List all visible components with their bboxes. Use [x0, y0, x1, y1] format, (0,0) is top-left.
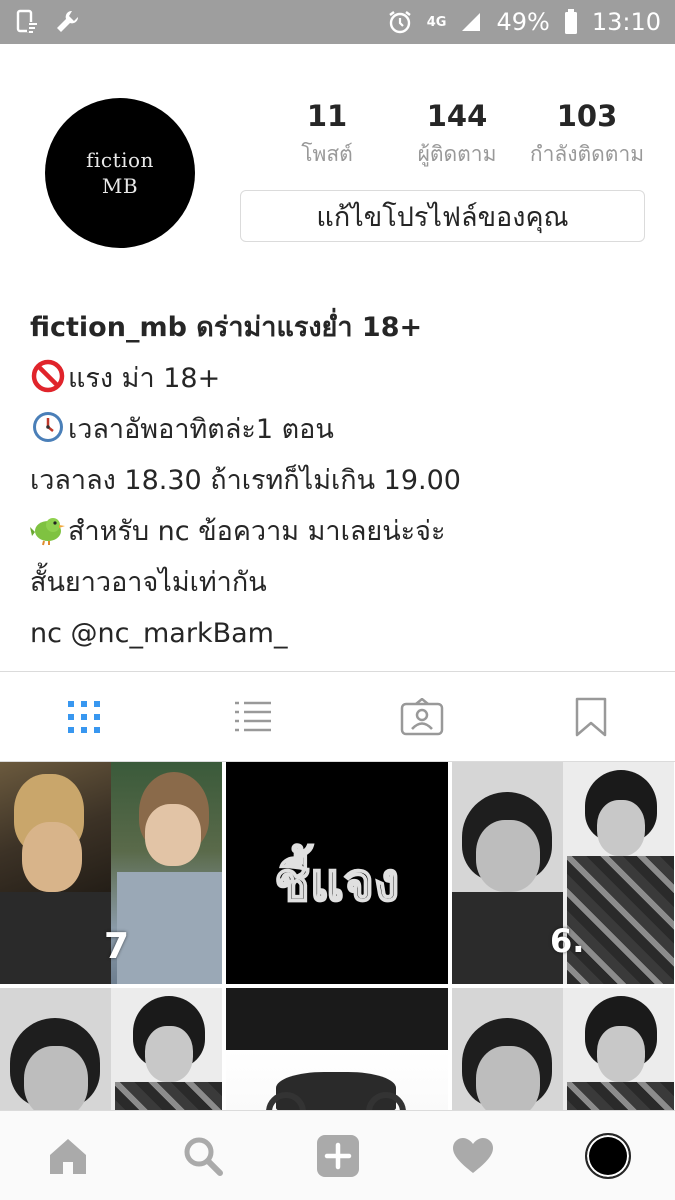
photo-figure: [597, 800, 645, 856]
photo-figure: [145, 1026, 193, 1082]
grid-icon: [68, 701, 101, 733]
followers-count[interactable]: 144 ผู้ติดตาม: [392, 98, 522, 170]
post-photo-right: [111, 988, 222, 1110]
photo-figure: [24, 1046, 88, 1110]
post-photo-left: [0, 988, 111, 1110]
nav-home[interactable]: [33, 1121, 103, 1191]
bio-line: สั้นยาวอาจไม่เท่ากัน: [30, 567, 267, 598]
stat-label: โพสต์: [301, 142, 353, 166]
grid-post[interactable]: [452, 988, 674, 1110]
bio-line: เวลาลง 18.30 ถ้าเรทก็ไม่เกิน 19.00: [30, 465, 461, 496]
tagged-tab[interactable]: [338, 672, 507, 762]
grid-post[interactable]: 6.: [452, 762, 674, 984]
avatar-text-line2: MB: [101, 174, 139, 198]
clock: 13:10: [591, 8, 661, 36]
battery-icon: [564, 9, 578, 35]
list-view-tab[interactable]: [169, 672, 338, 762]
posts-count[interactable]: 11 โพสต์: [262, 98, 392, 170]
photo-figure: [452, 892, 563, 984]
grid-post[interactable]: [226, 988, 448, 1110]
photo-figure: [567, 1082, 674, 1110]
signal-icon: [460, 11, 482, 33]
photo-figure: [476, 820, 540, 892]
photo-grid: 7 ชี้แจง 6.: [0, 762, 675, 1110]
grid-view-tab[interactable]: [0, 672, 169, 762]
post-photo-left: [0, 762, 111, 984]
home-icon: [49, 1138, 86, 1174]
following-count[interactable]: 103 กำลังติดตาม: [522, 98, 652, 170]
status-bar: 4G 49% 13:10: [0, 0, 675, 44]
stat-label: กำลังติดตาม: [529, 142, 645, 166]
post-photo-right: [563, 988, 674, 1110]
profile-bio: fiction_mb ดร่าม่าแรงย่ำ 18+ แรง ม่า 18+…: [30, 302, 660, 659]
bookmark-icon: [575, 697, 606, 737]
bottom-navigation: [0, 1110, 675, 1200]
search-icon: [184, 1137, 223, 1176]
post-photo-left: [452, 988, 563, 1110]
wrench-icon: [54, 8, 82, 36]
bio-mention[interactable]: nc @nc_markBam_: [30, 608, 660, 659]
edit-profile-button[interactable]: แก้ไขโปรไฟล์ของคุณ: [240, 190, 645, 242]
stat-value: 144: [426, 99, 488, 133]
stat-value: 103: [556, 99, 618, 133]
grid-post[interactable]: ชี้แจง: [226, 762, 448, 984]
nav-search[interactable]: [168, 1121, 238, 1191]
photo-figure: [567, 856, 674, 984]
photo-figure: [115, 1082, 222, 1110]
nav-new-post[interactable]: [303, 1121, 373, 1191]
plus-square-icon: [316, 1134, 359, 1177]
list-icon: [235, 701, 272, 732]
photo-figure: [476, 1046, 540, 1110]
avatar-text-line1: fiction: [86, 148, 154, 172]
bio-line: สำหรับ nc ข้อความ มาเลยน่ะจ่ะ: [30, 506, 660, 557]
nav-profile[interactable]: [573, 1121, 643, 1191]
screenshot-icon: [14, 9, 40, 35]
prohibited-icon: [30, 358, 66, 394]
profile-avatar-small: [584, 1132, 631, 1179]
grid-post[interactable]: 7: [0, 762, 222, 984]
photo-figure: [22, 822, 82, 892]
profile-view-tabs: [0, 672, 675, 762]
saved-tab[interactable]: [506, 672, 675, 762]
profile-avatar[interactable]: fiction MB: [45, 98, 195, 248]
heart-icon: [452, 1137, 493, 1173]
bird-icon: [30, 511, 66, 547]
profile-stats: 11 โพสต์ 144 ผู้ติดตาม 103 กำลังติดตาม: [262, 98, 652, 170]
post-number-label: 7: [104, 926, 130, 967]
tagged-person-icon: [400, 698, 444, 736]
network-type: 4G: [426, 14, 447, 30]
post-number-label: 6.: [550, 922, 585, 960]
alarm-icon: [387, 9, 413, 35]
bio-line: เวลาอัพอาทิตล่ะ1 ตอน: [30, 404, 660, 455]
profile-name: fiction_mb ดร่าม่าแรงย่ำ 18+: [30, 312, 423, 343]
photo-figure: [0, 892, 111, 984]
post-title-text: ชี้แจง: [274, 852, 401, 914]
nav-activity[interactable]: [438, 1121, 508, 1191]
battery-percent: 49%: [496, 8, 550, 36]
bio-text: เวลาอัพอาทิตล่ะ1 ตอน: [68, 414, 334, 445]
stat-value: 11: [306, 99, 348, 133]
bio-line: แรง ม่า 18+: [30, 353, 660, 404]
clock-icon: [30, 409, 66, 445]
bio-text: สำหรับ nc ข้อความ มาเลยน่ะจ่ะ: [68, 516, 446, 547]
photo-figure: [597, 1026, 645, 1082]
bio-text: แรง ม่า 18+: [68, 363, 221, 394]
post-photo-left: [452, 762, 563, 984]
stat-label: ผู้ติดตาม: [417, 142, 497, 166]
grid-post[interactable]: [0, 988, 222, 1110]
photo-figure: [117, 872, 222, 984]
photo-figure: [145, 804, 201, 866]
